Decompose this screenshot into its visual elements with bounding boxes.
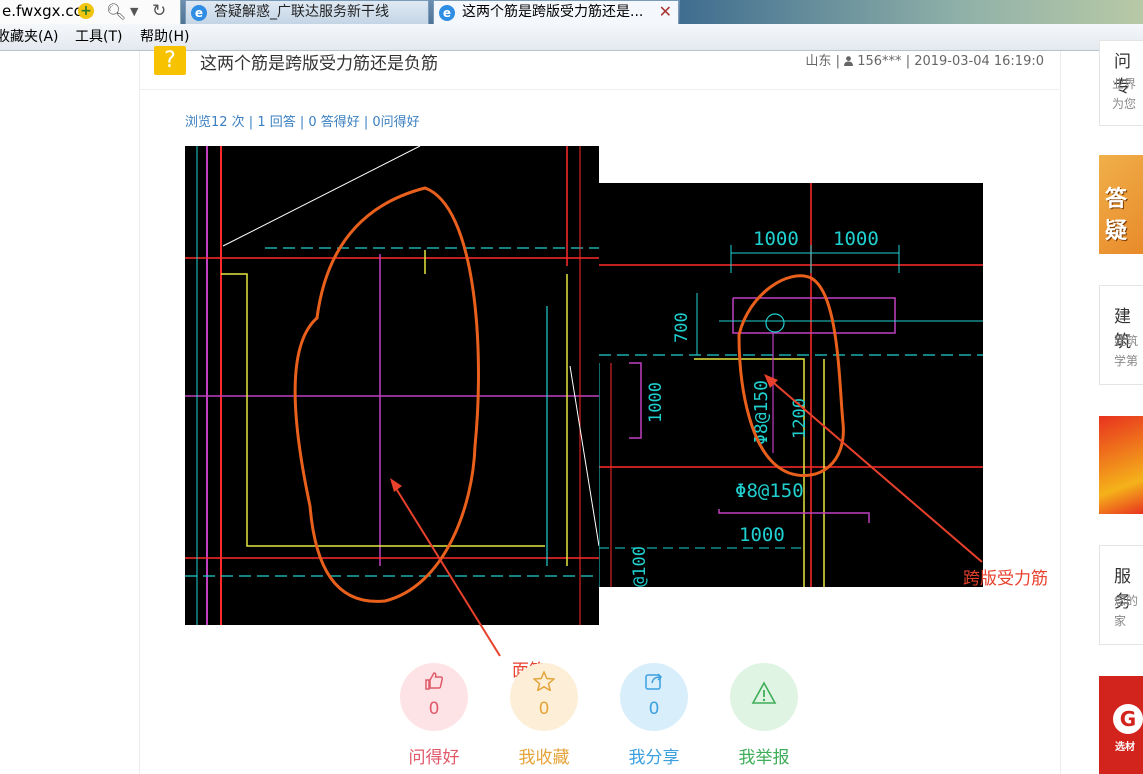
report-label: 我举报 — [738, 748, 790, 768]
like-question-button[interactable]: 0 问得好 — [400, 663, 468, 768]
dim-label-1200: 1200 — [790, 398, 810, 439]
cad-screenshot-left[interactable] — [185, 146, 599, 625]
question-region: 山东 — [805, 54, 832, 69]
user-icon — [844, 56, 854, 66]
report-button[interactable]: 我举报 — [730, 663, 798, 768]
cad-drawing-left — [185, 146, 599, 625]
favorite-button[interactable]: 0 我收藏 — [510, 663, 578, 768]
sidebar-box-expert[interactable]: 问专 业界 为您 — [1099, 40, 1143, 126]
question-datetime: 2019-03-04 16:19:0 — [914, 54, 1044, 69]
address-bar[interactable]: e.fwxgx.cc + 🔍︎ ▼ ↻ — [0, 0, 181, 24]
dim-label-1000-bottom: 1000 — [739, 524, 785, 546]
sidebar-banner-brand[interactable]: G 选材 — [1099, 676, 1143, 774]
menu-favorites[interactable]: 收藏夹(A) — [0, 24, 59, 51]
tab-question[interactable]: e 这两个筋是跨版受力筋还是... ✕ — [433, 0, 679, 24]
question-title: 这两个筋是跨版受力筋还是负筋 — [200, 54, 438, 74]
sidebar-banner-answers[interactable]: 答疑 — [1099, 155, 1143, 254]
sidebar-box-building[interactable]: 建筑 建筑 学第 — [1099, 285, 1143, 385]
share-label: 我分享 — [628, 748, 680, 768]
sidebar-box-service[interactable]: 服务 您的 家 — [1099, 545, 1143, 645]
cad-drawing-right: 1000 1000 700 1000 Φ8@150 1200 Φ8@150 10… — [599, 183, 983, 587]
cad-screenshot-right[interactable]: 1000 1000 700 1000 Φ8@150 1200 Φ8@150 10… — [599, 183, 983, 587]
tab-answers[interactable]: e 答疑解惑_广联达服务新干线 — [185, 0, 429, 24]
search-icon[interactable]: 🔍︎ — [106, 1, 126, 23]
question-stats: 浏览12 次 | 1 回答 | 0 答得好 | 0问得好 — [185, 115, 420, 130]
share-count: 0 — [648, 699, 660, 719]
sidebar-box-text: 家 — [1114, 614, 1127, 628]
favorite-count: 0 — [538, 699, 550, 719]
share-icon — [620, 671, 688, 696]
question-meta: 山东 | 156*** | 2019-03-04 16:19:0 — [805, 54, 1044, 69]
sidebar-box-text: 建筑 — [1114, 334, 1139, 348]
dim-label-top-2: 1000 — [833, 228, 879, 250]
sidebar-box-text: 业界 — [1112, 77, 1137, 91]
question-user[interactable]: 156*** — [857, 54, 901, 69]
url-text[interactable]: e.fwxgx.cc — [2, 0, 82, 22]
add-favorite-icon[interactable]: + — [78, 3, 94, 19]
refresh-icon[interactable]: ↻ — [152, 0, 166, 22]
close-tab-icon[interactable]: ✕ — [659, 1, 672, 23]
browser-favicon-icon: e — [439, 5, 455, 21]
brand-logo-icon: G — [1113, 704, 1143, 734]
menu-tools[interactable]: 工具(T) — [75, 24, 122, 51]
browser-favicon-icon: e — [191, 5, 207, 21]
tab-title: 这两个筋是跨版受力筋还是... — [462, 4, 644, 20]
sidebar-box-text: 学第 — [1114, 354, 1139, 368]
dim-label-1000-vertical: 1000 — [646, 382, 666, 423]
annotation-span-rebar: 跨版受力筋 — [963, 569, 1048, 589]
question-icon: ? — [154, 46, 186, 75]
sidebar-box-text: 为您 — [1112, 97, 1137, 111]
sidebar-brand-text: 选材 — [1115, 742, 1135, 753]
rebar-label-horizontal: Φ8@150 — [735, 480, 804, 502]
sidebar-banner-text: 答疑 — [1105, 187, 1128, 244]
dim-label-700: 700 — [672, 312, 692, 343]
like-label: 问得好 — [408, 748, 460, 768]
star-icon — [510, 670, 578, 696]
like-count: 0 — [428, 699, 440, 719]
favorite-label: 我收藏 — [518, 748, 570, 768]
tab-bar-background — [680, 0, 1143, 24]
dim-label-top-1: 1000 — [753, 228, 799, 250]
share-button[interactable]: 0 我分享 — [620, 663, 688, 768]
sidebar-box-text: 您的 — [1114, 594, 1139, 608]
chevron-down-icon[interactable]: ▼ — [130, 1, 138, 23]
warning-icon — [730, 681, 798, 710]
sidebar-banner-promo[interactable] — [1099, 416, 1143, 514]
tab-title: 答疑解惑_广联达服务新干线 — [214, 4, 389, 20]
bottom-tag-label: @100 — [630, 546, 650, 587]
thumbs-up-icon — [400, 671, 468, 696]
